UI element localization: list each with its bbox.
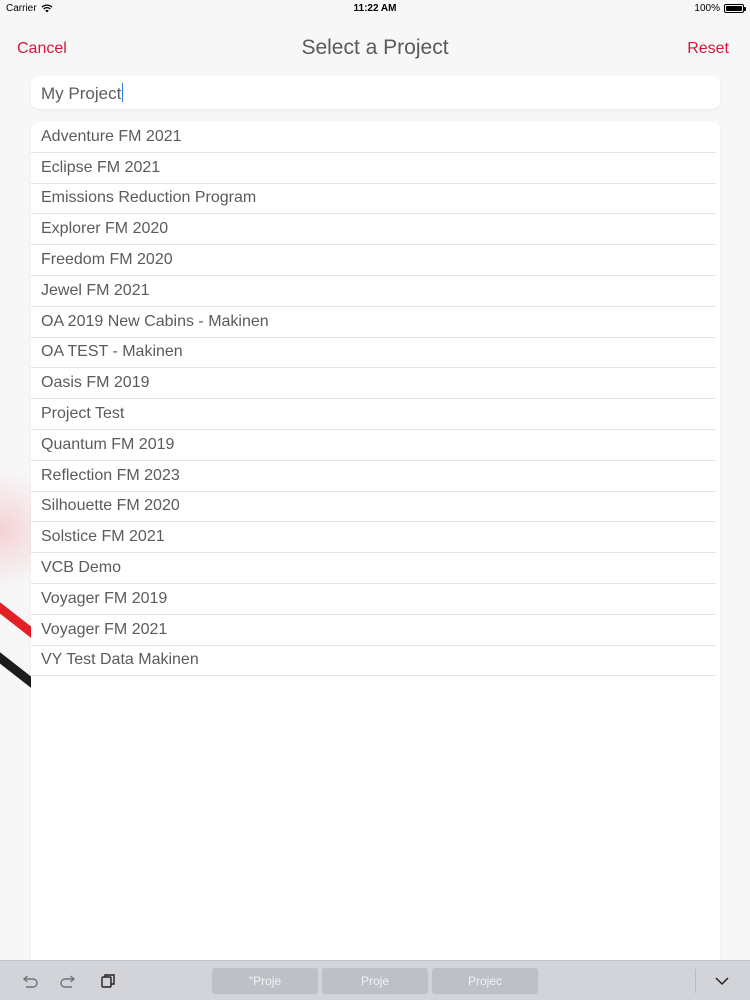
project-list-item[interactable]: Voyager FM 2021 [31, 615, 716, 646]
project-list-item[interactable]: OA TEST - Makinen [31, 338, 716, 369]
status-time: 11:22 AM [353, 3, 397, 14]
project-list-item[interactable]: Reflection FM 2023 [31, 461, 716, 492]
suggestion-3[interactable]: Projec [432, 968, 538, 994]
navigation-bar: Cancel Select a Project Reset [0, 18, 750, 78]
project-list-item[interactable]: Solstice FM 2021 [31, 522, 716, 554]
paste-icon[interactable] [97, 971, 119, 991]
status-right: 100% [694, 3, 746, 14]
project-list-item[interactable]: Oasis FM 2019 [31, 368, 716, 400]
undo-icon[interactable] [19, 971, 41, 991]
redo-icon[interactable] [57, 971, 79, 991]
screen: Carrier 11:22 AM 100% Cancel Select a Pr… [0, 0, 750, 1000]
status-bar: Carrier 11:22 AM 100% [0, 0, 750, 18]
project-search-field[interactable]: My Project [31, 76, 720, 109]
project-list: Adventure FM 2021 Eclipse FM 2021 Emission… [31, 122, 720, 960]
project-list-item[interactable]: Freedom FM 2020 [31, 245, 716, 276]
project-list-item[interactable]: Emissions Reduction Program [31, 184, 716, 215]
project-list-item[interactable]: Explorer FM 2020 [31, 214, 716, 246]
suggestion-2[interactable]: Proje [322, 968, 428, 994]
project-list-item[interactable]: VCB Demo [31, 553, 716, 584]
battery-percent: 100% [694, 3, 720, 14]
project-list-item[interactable]: Voyager FM 2019 [31, 584, 716, 615]
toolbar-divider [695, 969, 696, 993]
text-cursor [122, 83, 124, 102]
project-list-item[interactable]: Quantum FM 2019 [31, 430, 716, 461]
battery-icon [724, 4, 746, 13]
project-list-item[interactable]: OA 2019 New Cabins - Makinen [31, 307, 716, 338]
page-title: Select a Project [301, 36, 449, 59]
reset-button[interactable]: Reset [687, 40, 729, 58]
project-list-item[interactable]: VY Test Data Makinen [31, 646, 716, 677]
dismiss-keyboard-chevron-down-icon[interactable] [711, 971, 733, 991]
project-search-input[interactable]: My Project [41, 83, 124, 104]
suggestion-1[interactable]: "Proje [212, 968, 318, 994]
project-list-item[interactable]: Jewel FM 2021 [31, 276, 716, 307]
project-search-value: My Project [41, 84, 122, 103]
project-list-item[interactable]: Adventure FM 2021 [31, 122, 716, 153]
project-list-item[interactable]: Project Test [31, 399, 716, 430]
keyboard-shortcut-bar: "Proje Proje Projec [0, 960, 750, 1000]
project-list-item[interactable]: Silhouette FM 2020 [31, 492, 716, 523]
project-list-item[interactable]: Eclipse FM 2021 [31, 153, 716, 184]
